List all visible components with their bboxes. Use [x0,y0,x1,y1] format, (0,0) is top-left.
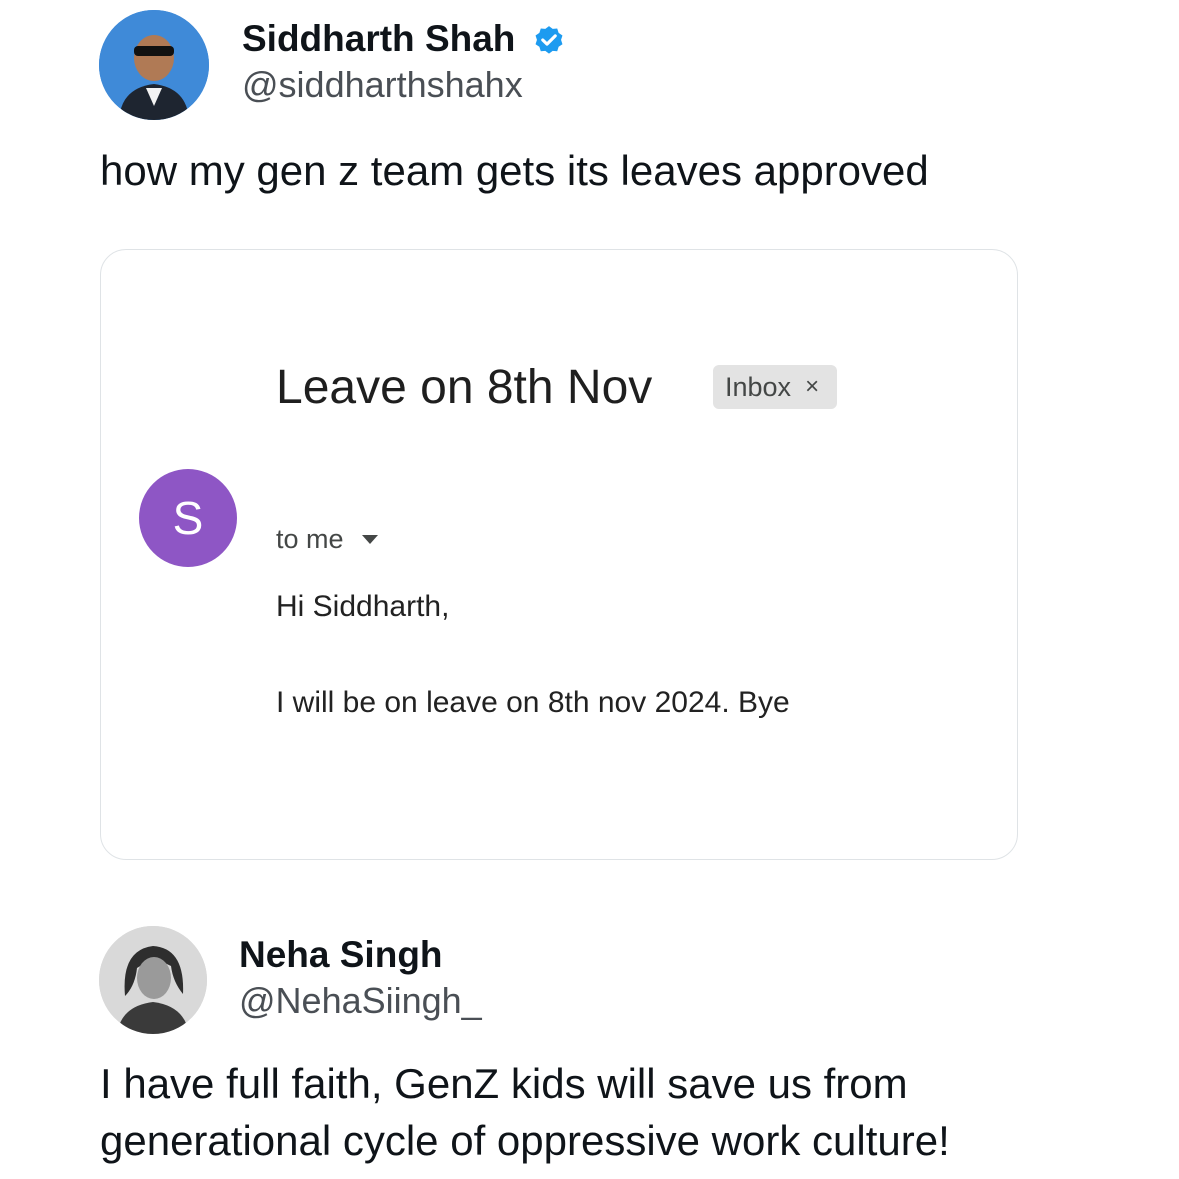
sender-initial: S [172,492,204,544]
reply-author-handle[interactable]: @NehaSiingh_ [239,980,482,1022]
person-photo-icon [99,926,207,1034]
reply-text-line-1: I have full faith, GenZ kids will save u… [100,1060,908,1107]
inbox-label-text: Inbox [725,371,792,402]
reply-author-name[interactable]: Neha Singh [239,934,443,976]
inbox-label-chip[interactable]: Inbox × [713,365,837,409]
person-photo-icon [99,10,209,120]
email-subject: Leave on 8th Nov [276,361,653,414]
recipient-dropdown[interactable]: to me [276,524,378,555]
author-name[interactable]: Siddharth Shah [242,18,515,60]
avatar-siddharth[interactable] [99,10,209,120]
author-handle[interactable]: @siddharthshahx [242,64,523,106]
tweet-text: how my gen z team gets its leaves approv… [100,147,929,194]
caret-down-icon [361,535,378,544]
avatar-neha[interactable] [99,926,207,1034]
reply-text-line-2: generational cycle of oppressive work cu… [100,1117,950,1164]
close-icon[interactable]: × [805,373,819,401]
recipient-label: to me [276,524,344,554]
verified-badge-icon [535,26,563,54]
sender-avatar: S [139,469,237,567]
email-body: I will be on leave on 8th nov 2024. Bye [276,686,790,719]
email-screenshot-card[interactable] [100,249,1018,860]
email-greeting: Hi Siddharth, [276,590,450,623]
